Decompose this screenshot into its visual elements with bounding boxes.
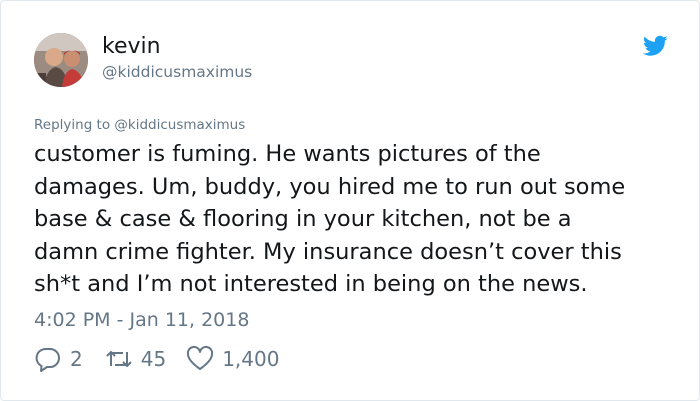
like-count: 1,400 <box>222 347 280 371</box>
timestamp[interactable]: 4:02 PM - Jan 11, 2018 <box>34 308 249 332</box>
reply-context[interactable]: Replying to @kiddicusmaximus <box>34 116 245 134</box>
retweet-count: 45 <box>140 347 167 371</box>
author-name[interactable]: kevin <box>102 33 161 61</box>
action-bar: 2 45 1,400 <box>34 344 279 374</box>
retweet-button[interactable]: 45 <box>105 346 166 372</box>
author-handle[interactable]: @kiddicusmaximus <box>102 62 252 82</box>
retweet-icon <box>105 346 133 372</box>
heart-icon <box>186 346 214 372</box>
reply-button[interactable]: 2 <box>34 346 83 372</box>
reply-icon <box>34 346 62 372</box>
tweet-card: kevin @kiddicusmaximus Replying to @kidd… <box>0 0 700 401</box>
tweet-text: customer is fuming. He wants pictures of… <box>34 141 626 298</box>
twitter-bird-icon[interactable] <box>642 35 668 57</box>
avatar[interactable] <box>34 33 88 87</box>
like-button[interactable]: 1,400 <box>186 346 279 372</box>
avatar-image <box>34 33 88 87</box>
reply-count: 2 <box>70 347 83 371</box>
